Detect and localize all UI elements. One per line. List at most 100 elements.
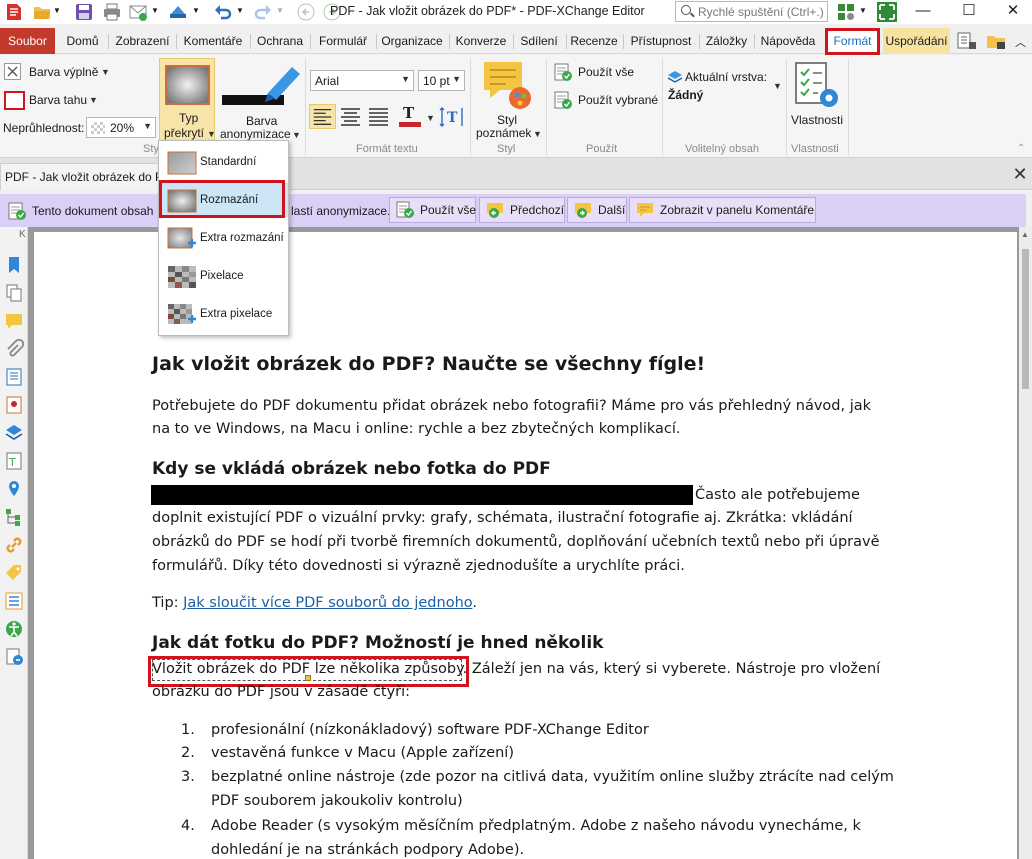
chevron-down-icon[interactable]: ▼ bbox=[859, 6, 867, 15]
tags-icon[interactable] bbox=[4, 563, 24, 583]
menu-recenze[interactable]: Recenze bbox=[568, 28, 620, 54]
fill-color-label[interactable]: Barva výplně bbox=[29, 65, 98, 79]
document-tab[interactable]: PDF - Jak vložit obrázek do PDF bbox=[0, 163, 170, 190]
layers-panel-icon[interactable] bbox=[4, 423, 24, 443]
fill-color-swatch[interactable] bbox=[4, 63, 21, 80]
stroke-color-swatch[interactable] bbox=[4, 91, 25, 110]
links-icon[interactable] bbox=[4, 535, 24, 555]
document-tool-icon[interactable] bbox=[956, 31, 978, 51]
menu-soubor[interactable]: Soubor bbox=[0, 28, 55, 54]
tip-link[interactable]: Jak sloučit více PDF souborů do jednoho bbox=[183, 595, 472, 611]
scrollbar-thumb[interactable] bbox=[1022, 249, 1029, 389]
close-tab-icon[interactable]: ✕ bbox=[1008, 165, 1032, 185]
undo-icon[interactable] bbox=[213, 2, 233, 22]
redaction-pen-icon[interactable] bbox=[222, 63, 304, 109]
align-justify-icon[interactable] bbox=[366, 105, 391, 129]
text-color-icon[interactable]: T bbox=[397, 103, 423, 129]
chevron-down-icon[interactable]: ▼ bbox=[276, 6, 284, 15]
previous-button[interactable]: Předchozí bbox=[479, 197, 565, 223]
properties-label[interactable]: Vlastnosti bbox=[791, 113, 843, 127]
font-size-select[interactable]: 10 pt ▼ bbox=[418, 70, 465, 91]
apply-all-label[interactable]: Použít vše bbox=[578, 65, 634, 79]
redaction-color-label-2[interactable]: anonymizace bbox=[220, 127, 291, 141]
menu-ochrana[interactable]: Ochrana bbox=[253, 28, 307, 54]
align-left-icon[interactable] bbox=[309, 104, 336, 129]
accessibility-icon[interactable] bbox=[4, 619, 24, 639]
scroll-up-icon[interactable]: ▲ bbox=[1021, 230, 1029, 239]
align-center-icon[interactable] bbox=[338, 105, 363, 129]
menu-zalozky[interactable]: Záložky bbox=[701, 28, 752, 54]
signatures-icon[interactable] bbox=[4, 395, 24, 415]
open-folder-icon[interactable] bbox=[32, 2, 52, 22]
structure-icon[interactable] bbox=[4, 507, 24, 527]
back-icon[interactable] bbox=[296, 2, 316, 22]
quick-launch-search[interactable]: Rychlé spuštění (Ctrl+.) bbox=[675, 1, 828, 22]
menu-pristupnost[interactable]: Přístupnost bbox=[625, 28, 697, 54]
stroke-color-label[interactable]: Barva tahu bbox=[29, 93, 87, 107]
opacity-select[interactable]: 20% ▼ bbox=[86, 117, 156, 138]
destinations-icon[interactable] bbox=[4, 479, 24, 499]
comments-icon[interactable] bbox=[4, 311, 24, 331]
note-style-icon[interactable] bbox=[482, 60, 534, 112]
pages-icon[interactable] bbox=[4, 283, 24, 303]
menu-konverze[interactable]: Konverze bbox=[451, 28, 511, 54]
menu-komentare[interactable]: Komentáře bbox=[178, 28, 248, 54]
save-icon[interactable] bbox=[74, 2, 94, 22]
text-panel-icon[interactable]: T bbox=[4, 451, 24, 471]
apply-all-button[interactable]: Použít vše bbox=[389, 197, 476, 223]
redo-icon[interactable] bbox=[253, 2, 273, 22]
chevron-down-icon[interactable]: ▼ bbox=[533, 129, 542, 139]
redaction-color-label-1[interactable]: Barva bbox=[246, 114, 277, 128]
chevron-down-icon[interactable]: ▼ bbox=[101, 67, 110, 77]
note-style-label-2[interactable]: poznámek bbox=[476, 126, 531, 140]
menu-usporadani[interactable]: Uspořádání bbox=[883, 28, 950, 54]
show-in-comments-panel-button[interactable]: Zobrazit v panelu Komentáře bbox=[629, 197, 816, 223]
minimize-button[interactable]: — bbox=[900, 0, 946, 24]
apply-selected-label[interactable]: Použít vybrané bbox=[578, 93, 658, 107]
order-icon[interactable] bbox=[4, 591, 24, 611]
chevron-down-icon[interactable]: ▼ bbox=[292, 130, 301, 140]
font-name-select[interactable]: Arial ▼ bbox=[310, 70, 414, 91]
chevron-down-icon[interactable]: ▼ bbox=[192, 6, 200, 15]
text-spacing-icon[interactable]: T bbox=[439, 104, 465, 130]
note-style-label-1[interactable]: Styl bbox=[497, 113, 517, 127]
chevron-down-icon[interactable]: ▼ bbox=[236, 6, 244, 15]
attachments-icon[interactable] bbox=[4, 339, 24, 359]
chevron-down-icon[interactable]: ▼ bbox=[426, 113, 435, 123]
collapse-ribbon-icon[interactable]: ︿ bbox=[1015, 34, 1026, 50]
collapse-panel-icon[interactable]: K bbox=[19, 229, 26, 240]
option-standardni[interactable]: Standardní bbox=[159, 145, 288, 179]
vertical-scrollbar[interactable]: ▲ bbox=[1019, 227, 1032, 859]
apply-selected-icon[interactable] bbox=[553, 90, 573, 110]
current-layer-value[interactable]: Žádný bbox=[668, 88, 703, 102]
overlay-type-button[interactable]: Typ překrytí ▼ bbox=[159, 58, 216, 144]
ribbon-scroll-icon[interactable]: ⌃ bbox=[1017, 143, 1025, 154]
option-pixelace[interactable]: Pixelace bbox=[159, 259, 288, 293]
print-icon[interactable] bbox=[102, 2, 122, 22]
bookmarks-icon[interactable] bbox=[4, 255, 24, 275]
option-extra-rozmazani[interactable]: Extra rozmazání bbox=[159, 221, 288, 255]
menu-zobrazeni[interactable]: Zobrazení bbox=[111, 28, 174, 54]
settings-icon[interactable] bbox=[836, 2, 856, 22]
app-logo-icon[interactable] bbox=[4, 2, 24, 22]
properties-icon[interactable] bbox=[793, 60, 843, 112]
menu-sdileni[interactable]: Sdílení bbox=[515, 28, 563, 54]
menu-organizace[interactable]: Organizace bbox=[378, 28, 446, 54]
scan-icon[interactable] bbox=[168, 2, 188, 22]
maximize-button[interactable]: ☐ bbox=[946, 0, 992, 24]
menu-domu[interactable]: Domů bbox=[59, 28, 106, 54]
menu-format[interactable]: Formát bbox=[825, 28, 880, 55]
folder-lock-icon[interactable] bbox=[985, 31, 1007, 51]
reading-order-icon[interactable] bbox=[4, 647, 24, 667]
content-icon[interactable] bbox=[4, 367, 24, 387]
menu-napoveda[interactable]: Nápověda bbox=[756, 28, 820, 54]
chevron-down-icon[interactable]: ▼ bbox=[773, 81, 782, 91]
option-extra-pixelace[interactable]: Extra pixelace bbox=[159, 297, 288, 331]
menu-formular[interactable]: Formulář bbox=[312, 28, 374, 54]
chevron-down-icon[interactable]: ▼ bbox=[89, 95, 98, 105]
close-window-button[interactable]: ✕ bbox=[990, 0, 1032, 24]
chevron-down-icon[interactable]: ▼ bbox=[53, 6, 61, 15]
next-button[interactable]: Další bbox=[567, 197, 627, 223]
chevron-down-icon[interactable]: ▼ bbox=[151, 6, 159, 15]
fullscreen-icon[interactable] bbox=[877, 2, 897, 22]
